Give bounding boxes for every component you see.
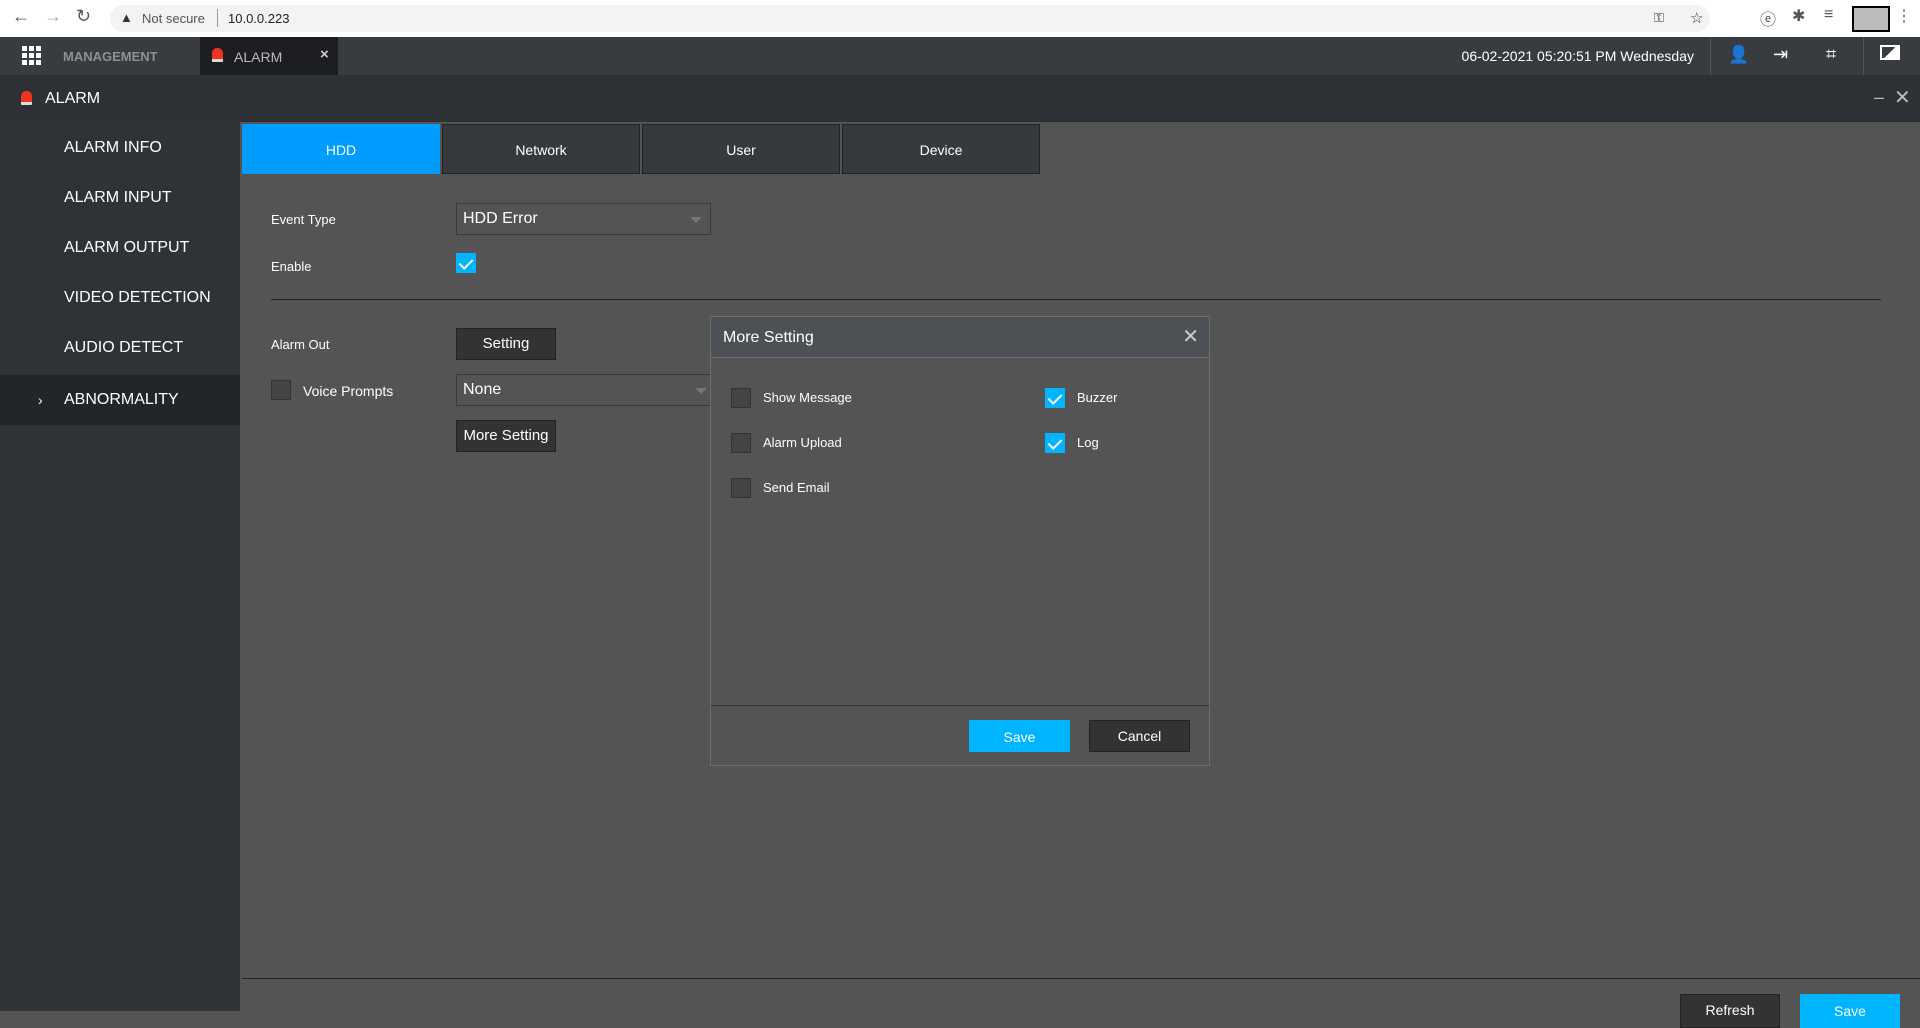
divider (1710, 37, 1711, 75)
send-email-label: Send Email (763, 480, 830, 495)
save-button[interactable]: Save (1800, 994, 1900, 1028)
star-icon[interactable]: ☆ (1690, 9, 1703, 27)
url-text: 10.0.0.223 (228, 11, 290, 26)
page-title: ALARM (45, 90, 101, 107)
tab-alarm[interactable]: ALARM × (200, 37, 338, 75)
refresh-button[interactable]: Refresh (1680, 994, 1780, 1028)
management-link[interactable]: MANAGEMENT (63, 49, 158, 64)
alarm-light-icon (21, 91, 32, 105)
more-setting-button[interactable]: More Setting (456, 420, 556, 452)
send-email-checkbox[interactable] (731, 478, 751, 498)
media-icon[interactable]: ≡ (1824, 6, 1833, 24)
voice-prompts-checkbox[interactable] (271, 380, 291, 400)
tab-device[interactable]: Device (842, 124, 1040, 174)
divider (242, 978, 1920, 979)
divider (711, 705, 1209, 706)
show-message-label: Show Message (763, 390, 852, 405)
sidebar-item-label: ABNORMALITY (64, 391, 179, 408)
event-type-label: Event Type (271, 212, 336, 227)
dialog-save-button[interactable]: Save (969, 720, 1070, 752)
close-icon[interactable]: ✕ (1182, 317, 1199, 358)
app-topbar: MANAGEMENT ALARM × 06-02-2021 05:20:51 P… (0, 37, 1920, 75)
puzzle-icon[interactable]: ✱ (1792, 6, 1805, 26)
page-header: ALARM – ✕ (0, 75, 1920, 122)
chevron-right-icon: › (38, 392, 43, 408)
event-type-value: HDD Error (463, 210, 538, 227)
voice-prompts-label: Voice Prompts (303, 383, 394, 399)
chevron-down-icon (695, 388, 707, 394)
qr-code-icon[interactable]: ⌗ (1826, 44, 1836, 65)
voice-prompts-select[interactable]: None (456, 374, 716, 406)
event-type-select[interactable]: HDD Error (456, 203, 711, 235)
voice-value: None (463, 381, 502, 398)
divider (271, 299, 1881, 300)
tab-user[interactable]: User (642, 124, 840, 174)
setting-button[interactable]: Setting (456, 328, 556, 360)
tab-label: ALARM (234, 49, 283, 65)
monitor-icon[interactable] (1880, 45, 1900, 60)
divider (1863, 37, 1864, 75)
sidebar-item-alarm-output[interactable]: ALARM OUTPUT (0, 223, 240, 273)
divider (217, 9, 218, 27)
buzzer-label: Buzzer (1077, 390, 1118, 405)
show-message-checkbox[interactable] (731, 388, 751, 408)
minimize-icon[interactable]: – (1874, 87, 1884, 108)
close-tab-icon[interactable]: × (320, 46, 329, 63)
dialog-title: More Setting (723, 329, 814, 346)
dialog-header: More Setting ✕ (711, 317, 1209, 358)
browser-bar: ← → ↻ ▲ Not secure 10.0.0.223 ☆ ⚿ ⓔ ✱ ≡ … (0, 0, 1920, 37)
datetime: 06-02-2021 05:20:51 PM Wednesday (1461, 48, 1694, 64)
alarm-light-icon (212, 48, 223, 62)
tab-hdd[interactable]: HDD (242, 124, 440, 174)
user-icon[interactable]: 👤 (1728, 45, 1749, 65)
profile-avatar[interactable] (1852, 6, 1890, 32)
address-bar[interactable]: ▲ Not secure 10.0.0.223 ☆ ⚿ (110, 5, 1710, 32)
alarm-upload-label: Alarm Upload (763, 435, 842, 450)
back-icon[interactable]: ← (12, 6, 30, 27)
more-setting-dialog: More Setting ✕ Show Message Buzzer Alarm… (710, 316, 1210, 766)
dialog-cancel-button[interactable]: Cancel (1089, 720, 1190, 752)
grid-menu-icon[interactable] (22, 45, 42, 65)
warning-icon: ▲ (120, 10, 133, 25)
enable-checkbox[interactable] (456, 253, 476, 273)
tab-network[interactable]: Network (442, 124, 640, 174)
alarm-upload-checkbox[interactable] (731, 433, 751, 453)
enable-label: Enable (271, 259, 312, 274)
chevron-down-icon (690, 217, 702, 223)
extension-e-icon[interactable]: ⓔ (1760, 6, 1776, 30)
security-label: Not secure (142, 11, 205, 26)
log-checkbox[interactable] (1045, 433, 1065, 453)
sidebar-item-audio-detect[interactable]: AUDIO DETECT (0, 323, 240, 373)
sidebar-item-alarm-info[interactable]: ALARM INFO (0, 123, 240, 173)
sidebar-item-abnormality[interactable]: › ABNORMALITY (0, 375, 240, 425)
sidebar: ALARM INFO ALARM INPUT ALARM OUTPUT VIDE… (0, 122, 240, 1011)
forward-icon[interactable]: → (44, 6, 62, 27)
log-label: Log (1077, 435, 1099, 450)
alarm-out-label: Alarm Out (271, 337, 330, 352)
reload-icon[interactable]: ↻ (76, 6, 91, 27)
sidebar-item-video-detection[interactable]: VIDEO DETECTION (0, 273, 240, 323)
close-icon[interactable]: ✕ (1894, 85, 1911, 110)
key-icon[interactable]: ⚿ (1654, 10, 1664, 26)
sidebar-item-alarm-input[interactable]: ALARM INPUT (0, 173, 240, 223)
buzzer-checkbox[interactable] (1045, 388, 1065, 408)
menu-icon[interactable]: ⋮ (1896, 6, 1912, 26)
logout-icon[interactable]: ⇥ (1773, 44, 1788, 65)
